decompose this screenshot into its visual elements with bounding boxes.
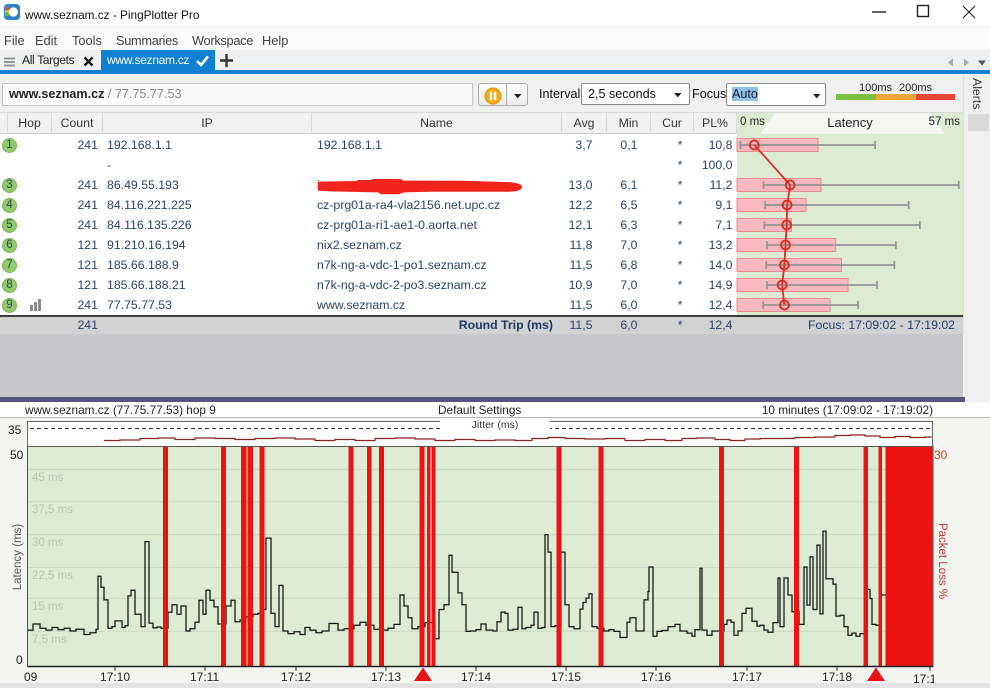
svg-text:15 ms: 15 ms (32, 601, 64, 613)
svg-text:45 ms: 45 ms (32, 472, 64, 484)
svg-text:22,5 ms: 22,5 ms (32, 570, 73, 582)
svg-text:7,5 ms: 7,5 ms (32, 634, 67, 646)
svg-text:37,5 ms: 37,5 ms (32, 504, 73, 516)
svg-text:30 ms: 30 ms (32, 537, 64, 549)
